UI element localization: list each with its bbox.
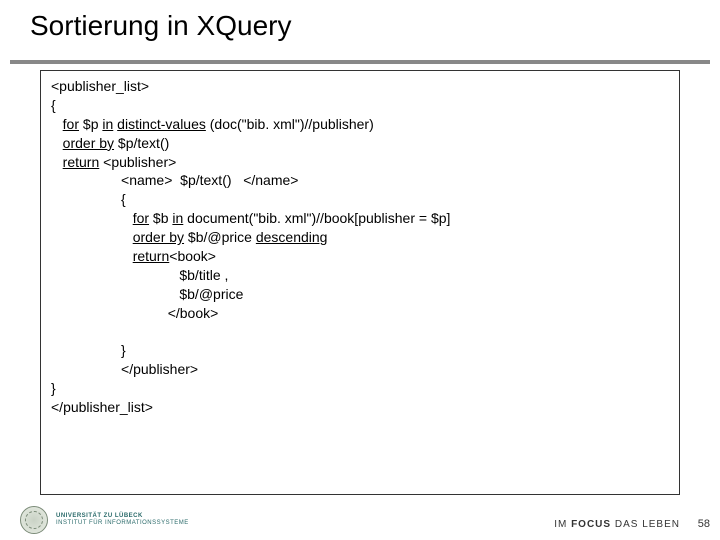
kw-order-by: order by xyxy=(133,229,184,245)
code-line: </publisher> xyxy=(121,361,198,377)
page-number: 58 xyxy=(698,518,710,530)
kw-in: in xyxy=(102,116,113,132)
code-text: $b/@price xyxy=(184,229,256,245)
code-text: document("bib. xml")//book[publisher = $… xyxy=(183,210,450,226)
code-line: $b/@price xyxy=(179,286,243,302)
kw-for: for xyxy=(63,116,79,132)
code-line: } xyxy=(51,380,56,396)
motto-prefix: IM xyxy=(554,519,571,530)
kw-return: return xyxy=(63,154,100,170)
university-text: UNIVERSITÄT ZU LÜBECK INSTITUT FÜR INFOR… xyxy=(56,513,189,526)
motto-bold: FOCUS xyxy=(571,519,611,530)
code-text: $b xyxy=(149,210,172,226)
code-text: $p xyxy=(79,116,102,132)
motto-suffix: DAS LEBEN xyxy=(611,519,680,530)
code-text: <book> xyxy=(169,248,216,264)
kw-in: in xyxy=(172,210,183,226)
code-line: </book> xyxy=(168,305,219,321)
university-seal-icon xyxy=(20,506,48,534)
uni-institute: INSTITUT FÜR INFORMATIONSSYSTEME xyxy=(56,520,189,527)
code-text: (doc("bib. xml")//publisher) xyxy=(206,116,374,132)
kw-return: return xyxy=(133,248,170,264)
code-box: <publisher_list> { for $p in distinct-va… xyxy=(40,70,680,495)
kw-distinct-values: distinct-values xyxy=(117,116,206,132)
slide: Sortierung in XQuery <publisher_list> { … xyxy=(0,0,720,540)
footer-left: UNIVERSITÄT ZU LÜBECK INSTITUT FÜR INFOR… xyxy=(20,506,189,534)
code-text: $p/text() xyxy=(114,135,169,151)
code-line: { xyxy=(121,191,126,207)
code-line: <publisher_list> xyxy=(51,78,149,94)
code-line: </publisher_list> xyxy=(51,399,153,415)
kw-for: for xyxy=(133,210,149,226)
title-divider xyxy=(10,60,710,64)
kw-order-by: order by xyxy=(63,135,114,151)
code-line: <name> $p/text() </name> xyxy=(121,172,298,188)
code-line: $b/title , xyxy=(179,267,228,283)
slide-title: Sortierung in XQuery xyxy=(30,10,291,42)
code-line: } xyxy=(121,342,126,358)
footer-motto: IM FOCUS DAS LEBEN xyxy=(554,519,680,530)
code-text: <publisher> xyxy=(99,154,176,170)
code-line: { xyxy=(51,97,56,113)
uni-name: UNIVERSITÄT ZU LÜBECK xyxy=(56,513,189,520)
kw-descending: descending xyxy=(256,229,328,245)
